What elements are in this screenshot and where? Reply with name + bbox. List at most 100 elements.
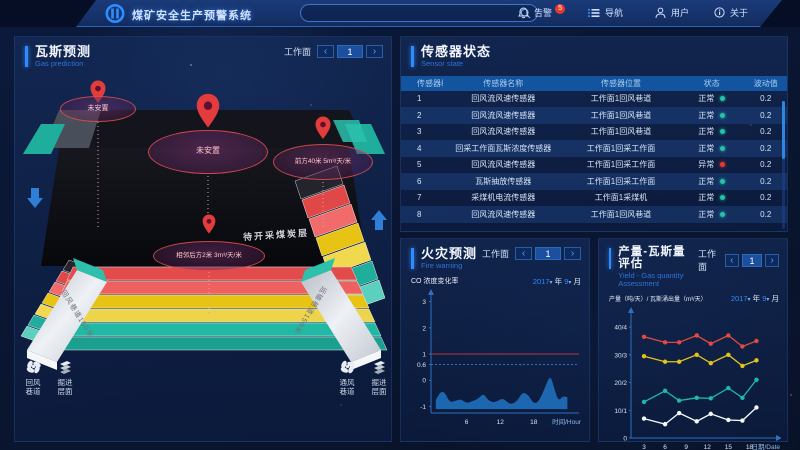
fan-icon bbox=[26, 360, 41, 373]
cell-sensor-no: 1 bbox=[417, 94, 422, 104]
table-row[interactable]: 4 回采工作面瓦斯浓度传感器 工作面1回采工作面 正常 0.2 bbox=[401, 140, 787, 157]
svg-text:9: 9 bbox=[684, 444, 688, 450]
pager-label: 工作面 bbox=[283, 47, 311, 57]
cell-sensor-name: 回风流风速传感器 bbox=[471, 160, 536, 170]
gas-prediction-panel: 瓦斯预测 Gas prediction 工作面 ‹ 1 › 回风巷道150米 运… bbox=[14, 36, 392, 442]
nav-label: 关于 bbox=[730, 8, 749, 18]
cell-sensor-val: 0.2 bbox=[760, 193, 772, 203]
table-row[interactable]: 1 回风流风速传感器 工作面1回风巷道 正常 0.2 bbox=[401, 91, 787, 108]
accent-bar bbox=[25, 46, 28, 67]
fire-prediction-panel: 火灾预测 Fire warning 工作面 ‹ 1 › CO 浓度变化率 201… bbox=[400, 238, 590, 442]
date-selector[interactable]: 2017▾ 年 9▾ 月 bbox=[533, 276, 581, 287]
chevron-down-icon: ▾ bbox=[568, 279, 572, 286]
dashboard: 煤矿安全生产预警系统 告警 5 导航 用户 关于 瓦斯预测 Gas predic… bbox=[0, 0, 800, 450]
panel-header: 瓦斯预测 Gas prediction 工作面 ‹ 1 › bbox=[15, 37, 391, 68]
panel-header: 产量-瓦斯量评估 Yield - Gas quantity Assessment… bbox=[599, 239, 787, 287]
accent-bar bbox=[411, 46, 414, 67]
search-input[interactable] bbox=[307, 8, 520, 18]
cell-sensor-no: 2 bbox=[417, 110, 422, 120]
pager-next-button[interactable]: › bbox=[564, 247, 581, 260]
nav-item-navigate[interactable]: 导航 bbox=[588, 6, 623, 19]
layers-icon bbox=[373, 360, 385, 374]
col-sensor-val: 波动值 bbox=[753, 78, 778, 88]
status-dot bbox=[720, 145, 726, 151]
legend-right: 通风巷道 掘进层面 bbox=[337, 358, 389, 397]
status-dot bbox=[720, 195, 726, 201]
pager-prev-button[interactable]: ‹ bbox=[317, 45, 334, 58]
pager-next-button[interactable]: › bbox=[765, 253, 780, 267]
nav-item-alarm[interactable]: 告警 5 bbox=[518, 3, 566, 19]
cell-sensor-status: 异常 bbox=[679, 159, 745, 170]
pager-label: 工作面 bbox=[697, 249, 716, 272]
cell-sensor-name: 瓦斯抽放传感器 bbox=[475, 176, 532, 186]
table-row[interactable]: 7 采煤机电流传感器 工作面1采煤机 正常 0.2 bbox=[401, 190, 787, 207]
cell-sensor-no: 4 bbox=[417, 143, 422, 153]
cell-sensor-loc: 工作面1回风巷道 bbox=[590, 127, 652, 137]
workface-pager: 工作面 ‹ 1 › bbox=[482, 247, 581, 260]
nav-label: 导航 bbox=[605, 8, 624, 18]
search-box[interactable] bbox=[300, 4, 538, 22]
panel-title: 瓦斯预测 bbox=[35, 44, 92, 59]
table-row[interactable]: 2 回风流风速传感器 工作面1回风巷道 正常 0.2 bbox=[401, 107, 787, 124]
header-right-slant bbox=[760, 0, 800, 27]
panel-title: 传感器状态 bbox=[421, 44, 492, 59]
cell-sensor-status: 正常 bbox=[679, 176, 745, 187]
year-select[interactable]: 2017 bbox=[731, 294, 748, 303]
pager-next-button[interactable]: › bbox=[366, 45, 383, 58]
scrollbar-thumb[interactable] bbox=[782, 101, 785, 159]
pager-prev-button[interactable]: ‹ bbox=[725, 253, 739, 267]
svg-text:12: 12 bbox=[497, 419, 505, 426]
pager-prev-button[interactable]: ‹ bbox=[515, 247, 532, 260]
yield-assessment-panel: 产量-瓦斯量评估 Yield - Gas quantity Assessment… bbox=[598, 238, 788, 450]
status-dot bbox=[720, 178, 726, 184]
legend-item: 通风巷道 bbox=[337, 358, 357, 397]
year-select[interactable]: 2017 bbox=[533, 277, 550, 286]
table-row[interactable]: 5 回风流风速传感器 工作面1回采工作面 异常 0.2 bbox=[401, 157, 787, 174]
cell-sensor-status: 正常 bbox=[679, 209, 745, 220]
svg-text:3: 3 bbox=[422, 299, 426, 306]
bell-icon bbox=[518, 6, 529, 18]
panel-header: 火灾预测 Fire warning 工作面 ‹ 1 › bbox=[401, 239, 589, 270]
cell-sensor-loc: 工作面1回采工作面 bbox=[586, 176, 656, 186]
info-icon bbox=[714, 7, 725, 18]
panel-subtitle: Yield - Gas quantity Assessment bbox=[618, 271, 684, 288]
accent-bar bbox=[609, 248, 612, 269]
cell-sensor-name: 回风流风速传感器 bbox=[471, 110, 536, 120]
cell-sensor-no: 7 bbox=[417, 193, 422, 203]
app-header: 煤矿安全生产预警系统 告警 5 导航 用户 关于 bbox=[0, 0, 800, 27]
chevron-down-icon: ▾ bbox=[549, 279, 553, 286]
cell-sensor-no: 5 bbox=[417, 160, 422, 170]
cell-sensor-loc: 工作面1回风巷道 bbox=[590, 110, 652, 120]
nav-item-about[interactable]: 关于 bbox=[714, 6, 748, 19]
cell-sensor-status: 正常 bbox=[679, 126, 745, 137]
legend-item: 回风巷道 bbox=[23, 358, 43, 397]
header-left-slant bbox=[0, 0, 96, 27]
status-dot bbox=[720, 211, 726, 217]
date-selector[interactable]: 2017▾ 年 9▾ 月 bbox=[731, 293, 779, 304]
pager-current-page: 1 bbox=[741, 253, 763, 267]
status-dot bbox=[720, 96, 726, 102]
cell-sensor-loc: 工作面1回风巷道 bbox=[590, 94, 652, 104]
svg-text:时间/Hour: 时间/Hour bbox=[552, 417, 582, 426]
cell-sensor-val: 0.2 bbox=[760, 110, 772, 120]
svg-text:2: 2 bbox=[422, 325, 426, 332]
chevron-down-icon: ▾ bbox=[747, 297, 751, 303]
table-row[interactable]: 3 回风流风速传感器 工作面1回风巷道 正常 0.2 bbox=[401, 124, 787, 141]
callout-unplaced-left: 未安置 bbox=[60, 95, 136, 122]
cell-sensor-status: 正常 bbox=[679, 192, 745, 203]
nav-label: 用户 bbox=[671, 8, 690, 18]
legend-left: 回风巷道 掘进层面 bbox=[23, 358, 75, 397]
cell-sensor-name: 回风流风速传感器 bbox=[471, 209, 536, 219]
mine-3d-scene: 回风巷道150米 运输巷道150米 未安置 未安置 前方40米 5m³/天/米 … bbox=[15, 70, 393, 442]
sensor-state-panel: 传感器状态 Sensor state 传感器编号 传感器名称 传感器位置 状态 … bbox=[400, 36, 788, 232]
table-row[interactable]: 8 回风流风速传感器 工作面1回风巷道 正常 0.2 bbox=[401, 206, 787, 223]
table-row[interactable]: 6 瓦斯抽放传感器 工作面1回采工作面 正常 0.2 bbox=[401, 173, 787, 190]
table-scrollbar[interactable] bbox=[782, 101, 785, 229]
cell-sensor-loc: 工作面1采煤机 bbox=[594, 193, 648, 203]
fire-metric-label: CO 浓度变化率 bbox=[411, 278, 459, 285]
col-sensor-loc: 传感器位置 bbox=[601, 78, 641, 88]
cell-sensor-name: 回采工作面瓦斯浓度传感器 bbox=[455, 143, 552, 153]
cell-sensor-loc: 工作面1回风巷道 bbox=[590, 209, 652, 219]
nav-item-user[interactable]: 用户 bbox=[655, 6, 689, 19]
layers-icon bbox=[59, 360, 71, 374]
